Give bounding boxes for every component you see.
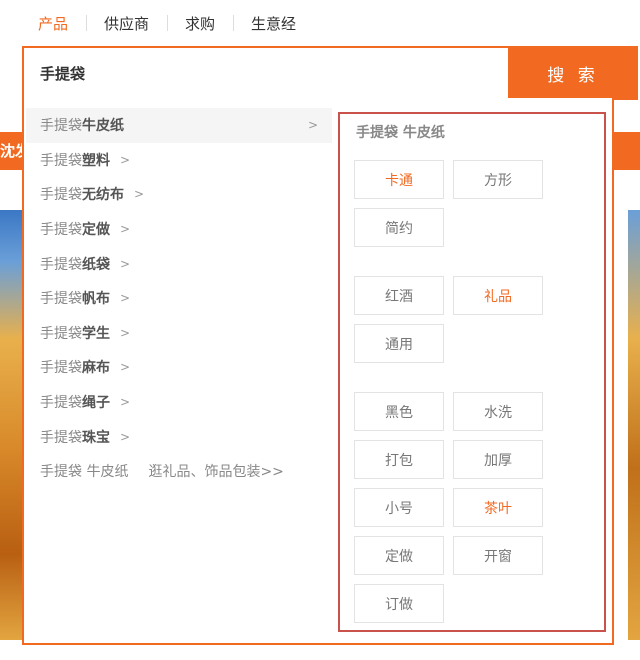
suggestion-highlight: 麻布 [82,360,110,377]
suggestion-list: 手提袋 牛皮纸 > 手提袋 塑料 > 手提袋 无纺布 > 手提袋 定做 > 手提袋 纸袋 > 手提袋 帆… [26,108,332,489]
suggestion-item[interactable]: 手提袋 帆布 > [26,281,332,316]
tab-buying-requests[interactable]: 求购 [167,13,233,34]
search-button[interactable]: 搜 索 [508,46,638,100]
suggestion-keyword: 手提袋 牛皮纸 [40,464,129,481]
tab-products[interactable]: 产品 [22,13,86,34]
suggestion-item[interactable]: 手提袋 珠宝 > [26,419,332,454]
facet-chip[interactable]: 订做 [354,584,444,623]
chevron-right-icon: > [307,118,318,133]
suggestion-item[interactable]: 手提袋 牛皮纸 > [26,108,332,143]
chevron-right-icon: > [120,325,131,340]
suggestion-item[interactable]: 手提袋 塑料 > [26,143,332,178]
facet-chip[interactable]: 开窗 [453,536,543,575]
background-photo-right [628,210,640,640]
suggestion-dropdown: 手提袋 牛皮纸 > 手提袋 塑料 > 手提袋 无纺布 > 手提袋 定做 > 手提袋 纸袋 > 手提袋 帆… [22,98,614,645]
chevron-right-icon: > [134,187,145,202]
facet-chip[interactable]: 小号 [354,488,444,527]
suggestion-item[interactable]: 手提袋 学生 > [26,316,332,351]
suggestion-highlight: 帆布 [82,291,110,308]
facet-title: 手提袋 牛皮纸 [356,125,445,141]
chevron-right-icon: > [120,152,131,167]
facet-chip[interactable]: 打包 [354,440,444,479]
suggestion-item[interactable]: 手提袋 牛皮纸 逛礼品、饰品包装>> [26,454,332,489]
suggestion-item[interactable]: 手提袋 纸袋 > [26,246,332,281]
facet-chip[interactable]: 红酒 [354,276,444,315]
suggestion-keyword: 手提袋 [40,291,82,308]
chevron-right-icon: > [120,222,131,237]
suggestion-highlight: 无纺布 [82,187,124,204]
suggestion-keyword: 手提袋 [40,222,82,239]
facet-chip[interactable]: 礼品 [453,276,543,315]
suggestion-item[interactable]: 手提袋 麻布 > [26,350,332,385]
facet-panel: 手提袋 牛皮纸 卡通 方形 简约红酒 礼品 通用黑色 水洗 打包 加厚 小号 茶叶 定做 开窗 订做 [338,112,606,632]
facet-chip[interactable]: 加厚 [453,440,543,479]
suggestion-highlight: 纸袋 [82,256,110,273]
search-bar: 搜 索 [22,46,638,100]
chevron-right-icon: > [120,360,131,375]
facet-chip[interactable]: 水洗 [453,392,543,431]
suggestion-keyword: 手提袋 [40,395,82,412]
facet-chip[interactable]: 通用 [354,324,444,363]
facet-chip[interactable]: 茶叶 [453,488,543,527]
facet-chip[interactable]: 定做 [354,536,444,575]
suggestion-keyword: 手提袋 [40,325,82,342]
suggestion-highlight: 牛皮纸 [82,118,124,135]
suggestion-item[interactable]: 手提袋 绳子 > [26,385,332,420]
suggestion-highlight: 定做 [82,222,110,239]
chevron-right-icon: > [120,395,131,410]
facet-chip[interactable]: 方形 [453,160,543,199]
search-category-tabs: 产品 供应商 求购 生意经 [22,0,314,46]
suggestion-highlight: 学生 [82,325,110,342]
suggestion-keyword: 手提袋 [40,152,82,169]
facet-chip[interactable]: 卡通 [354,160,444,199]
facet-chip[interactable]: 黑色 [354,392,444,431]
chevron-right-icon: > [120,256,131,271]
suggestion-keyword: 手提袋 [40,256,82,273]
tab-business-tips[interactable]: 生意经 [233,13,314,34]
suggestion-keyword: 手提袋 [40,360,82,377]
search-input[interactable] [24,48,508,98]
suggestion-highlight: 绳子 [82,395,110,412]
suggestion-item[interactable]: 手提袋 无纺布 > [26,177,332,212]
suggestion-keyword: 手提袋 [40,429,82,446]
suggestion-keyword: 手提袋 [40,187,82,204]
suggestion-highlight: 珠宝 [82,429,110,446]
suggestion-extra-link[interactable]: 逛礼品、饰品包装>> [148,461,283,481]
suggestion-highlight: 塑料 [82,152,110,169]
tab-suppliers[interactable]: 供应商 [86,13,167,34]
chevron-right-icon: > [120,429,131,444]
chevron-right-icon: > [120,291,131,306]
suggestion-keyword: 手提袋 [40,118,82,135]
suggestion-item[interactable]: 手提袋 定做 > [26,212,332,247]
facet-chip[interactable]: 简约 [354,208,444,247]
